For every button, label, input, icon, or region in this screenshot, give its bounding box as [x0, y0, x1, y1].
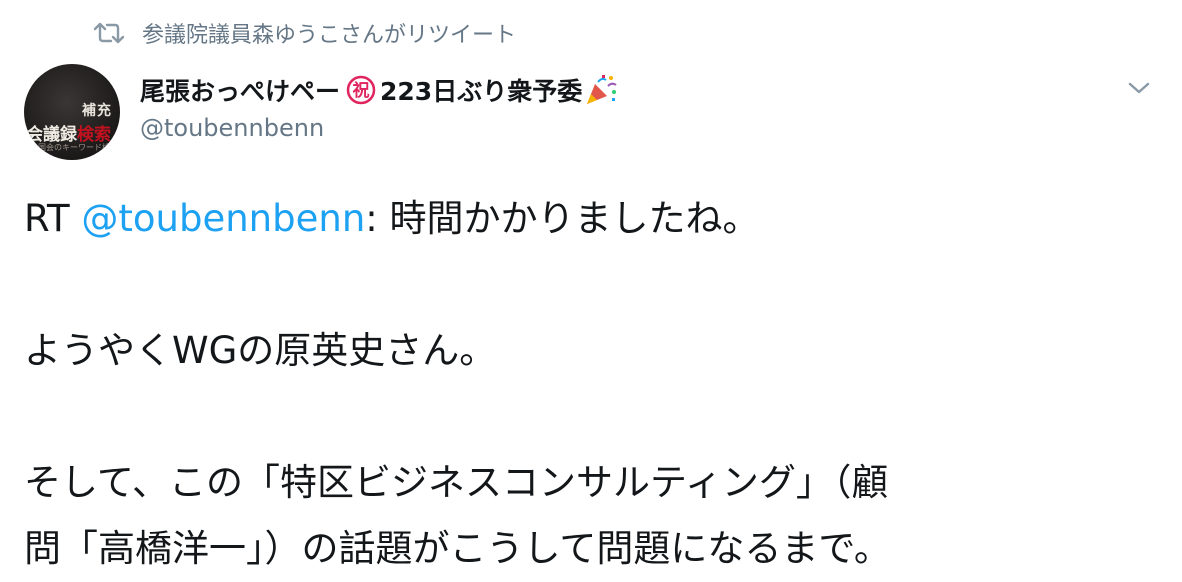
author-display-name: 尾張おっぺけペー	[140, 77, 341, 106]
author-name-suffix: 223日ぶり衆予委	[380, 77, 583, 106]
tweet-text: RT @toubennbenn: 時間かかりましたね。 ようやくWGの原英史さん…	[24, 186, 1164, 582]
retweet-label: 参議院議員森ゆうこさんがリツイート	[142, 23, 517, 48]
avatar-text-top: 補充	[82, 103, 112, 119]
avatar[interactable]: 補充 会議録検索 国会のキーワード検索	[24, 64, 120, 160]
celebration-badge-icon: 祝	[346, 75, 376, 105]
tweet-line: RT @toubennbenn: 時間かかりましたね。	[24, 197, 760, 240]
tweet-line: 問「高橋洋一」）の話題がこうして問題になるまで。	[24, 527, 891, 570]
mention-link[interactable]: @toubennbenn	[81, 197, 365, 240]
svg-text:祝: 祝	[353, 81, 370, 101]
author-name-row[interactable]: 尾張おっぺけペー 祝 223日ぶり衆予委	[140, 72, 618, 108]
tweet-line: そして、この「特区ビジネスコンサルティング」（顧	[24, 461, 889, 504]
author-handle[interactable]: @toubennbenn	[140, 114, 324, 142]
retweet-context[interactable]: 参議院議員森ゆうこさんがリツイート	[92, 18, 516, 48]
retweet-icon	[93, 22, 125, 44]
party-popper-icon	[587, 75, 617, 104]
avatar-text-small: 国会のキーワード検索	[38, 143, 118, 152]
chevron-down-icon[interactable]	[1126, 78, 1152, 98]
tweet-line: ようやくWGの原英史さん。	[24, 329, 497, 372]
